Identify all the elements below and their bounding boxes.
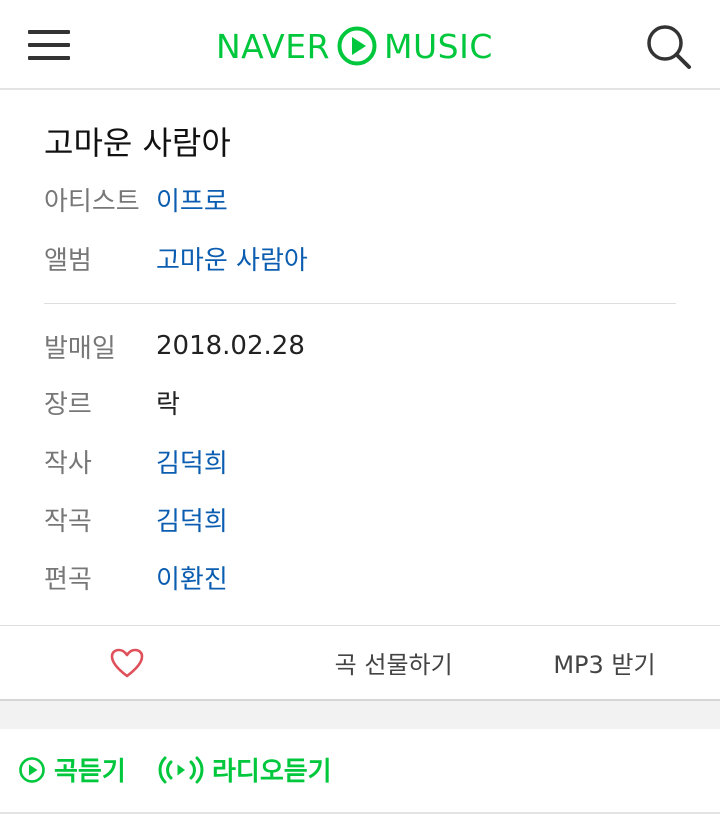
lyricist-label: 작사 [44, 448, 92, 479]
genre-row: 장르 락 [44, 382, 180, 422]
song-title: 고마운 사람아 [44, 124, 231, 162]
play-circle-icon [19, 756, 45, 783]
heart-icon [110, 648, 144, 677]
listen-song-button[interactable]: 곡듣기 [18, 751, 126, 788]
section-divider [44, 303, 676, 304]
genre-label: 장르 [44, 389, 92, 420]
like-button[interactable] [0, 626, 277, 699]
listen-radio-button[interactable]: 라디오듣기 [158, 751, 332, 788]
naver-music-logo[interactable]: NAVER MUSIC [216, 22, 493, 70]
composer-row: 작곡 김덕희 [44, 499, 228, 539]
arranger-label: 편곡 [44, 564, 92, 595]
search-icon[interactable] [644, 22, 692, 70]
lyricist-row: 작사 김덕희 [44, 441, 228, 481]
release-label: 발매일 [44, 333, 116, 364]
album-row: 앨범 고마운 사람아 [44, 238, 308, 278]
artist-row: 아티스트 이프로 [44, 179, 228, 219]
album-label: 앨범 [44, 245, 92, 276]
artist-link[interactable]: 이프로 [156, 181, 228, 218]
logo-naver-text: NAVER [216, 26, 331, 66]
genre-value: 락 [156, 389, 180, 420]
listen-bar: 곡듣기 라디오듣기 [0, 729, 720, 814]
release-row: 발매일 2018.02.28 [44, 326, 305, 366]
app-header: NAVER MUSIC [0, 0, 720, 90]
album-link[interactable]: 고마운 사람아 [156, 240, 308, 277]
hamburger-menu-icon[interactable] [28, 28, 72, 62]
arranger-link[interactable]: 이환진 [156, 559, 228, 596]
listen-radio-label: 라디오듣기 [212, 757, 332, 787]
listen-song-label: 곡듣기 [54, 757, 126, 787]
composer-link[interactable]: 김덕희 [156, 501, 228, 538]
logo-music-text: MUSIC [384, 26, 493, 66]
gift-song-button[interactable]: 곡 선물하기 [277, 626, 502, 699]
section-gap [0, 701, 720, 729]
release-date: 2018.02.28 [156, 331, 305, 361]
composer-label: 작곡 [44, 506, 92, 537]
artist-label: 아티스트 [44, 186, 140, 217]
radio-broadcast-icon [158, 756, 204, 783]
play-circle-icon [337, 26, 377, 66]
arranger-row: 편곡 이환진 [44, 557, 228, 597]
action-bar: 곡 선물하기 MP3 받기 [0, 625, 720, 701]
lyricist-link[interactable]: 김덕희 [156, 443, 228, 480]
mp3-download-button[interactable]: MP3 받기 [501, 626, 720, 699]
